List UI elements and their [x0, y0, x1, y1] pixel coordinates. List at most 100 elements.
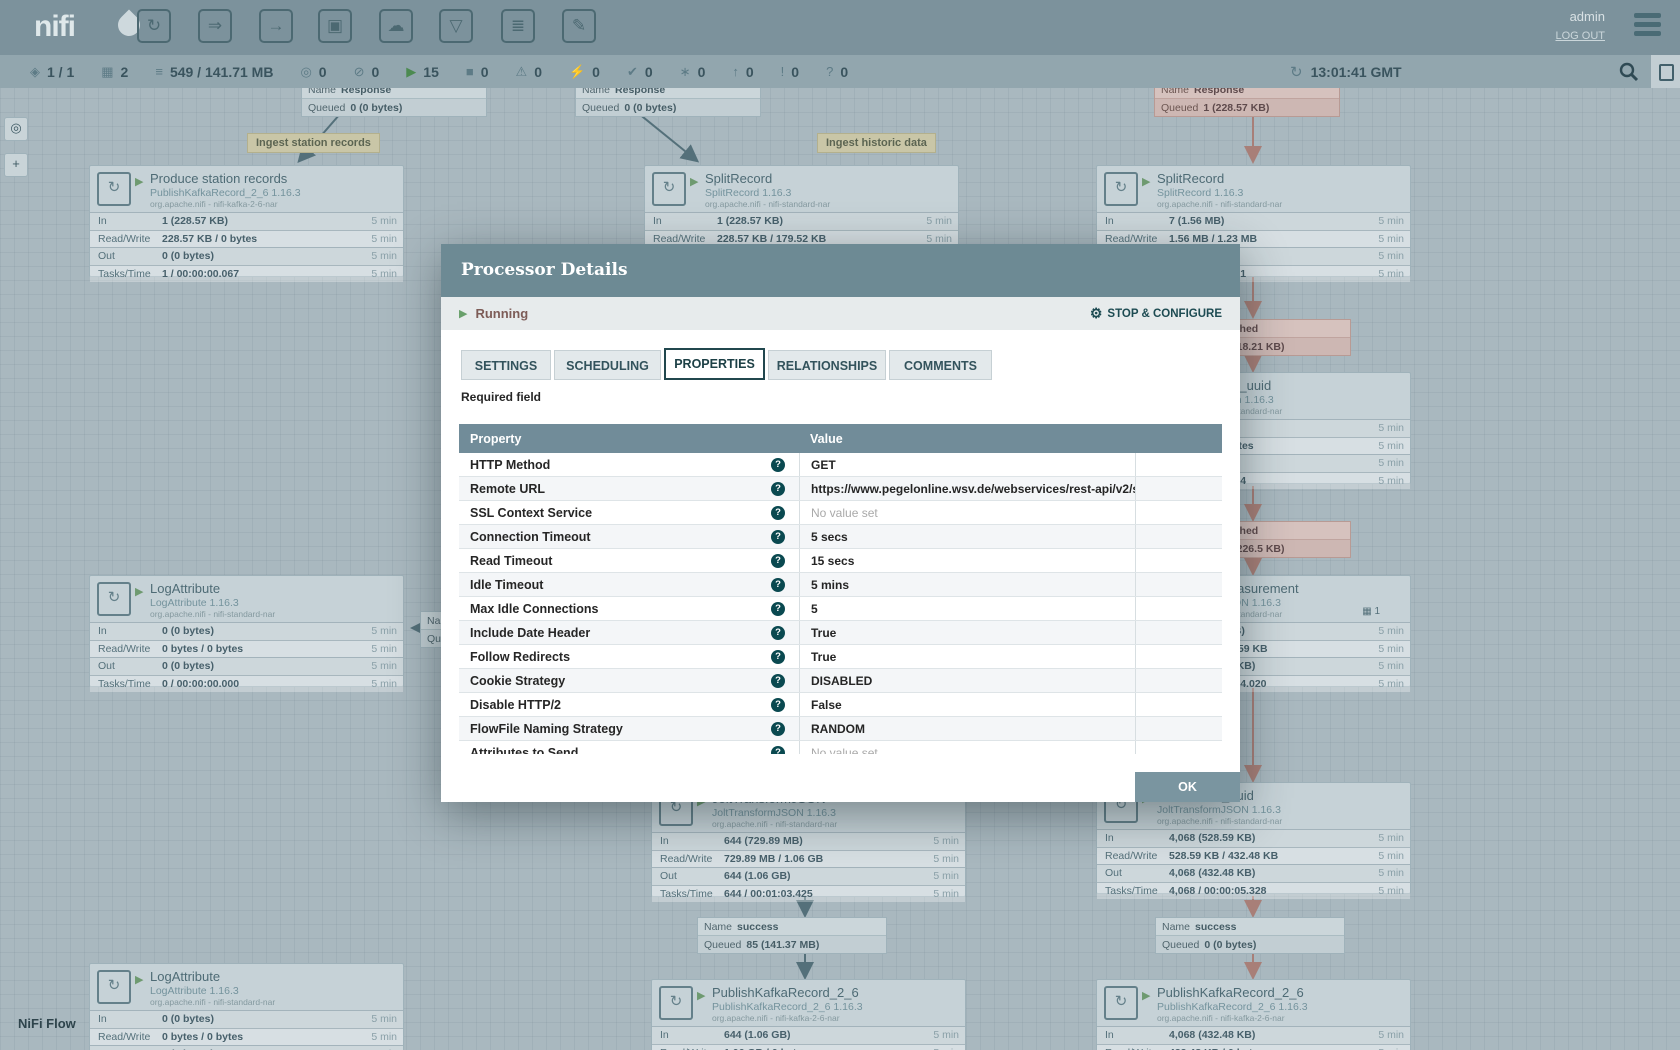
processor-title: LogAttribute [150, 969, 220, 984]
help-icon[interactable]: ? [771, 506, 785, 520]
flow-label[interactable]: Ingest station records [247, 133, 380, 153]
help-icon[interactable]: ? [771, 602, 785, 616]
processor-type-icon: ↻ [97, 970, 131, 1004]
connection-label[interactable]: Namesuccess Queued85 (141.37 MB) [697, 917, 887, 954]
help-icon[interactable]: ? [771, 482, 785, 496]
table-row: Include Date Header?True [459, 621, 1222, 645]
operate-palette-button[interactable]: + [4, 153, 28, 177]
status-up-to-date: ✔0 [627, 64, 653, 80]
global-menu-icon[interactable] [1634, 13, 1661, 41]
processor-title: SplitRecord [705, 171, 772, 186]
input-port-icon[interactable]: ⇒ [198, 9, 232, 43]
status-sync-failure: ?0 [826, 64, 848, 80]
processor-type-icon: ↻ [97, 582, 131, 616]
status-not-transmitting: ⊘0 [354, 64, 380, 80]
run-status-icon: ▶ [1142, 989, 1150, 1002]
running-icon: ▶ [406, 64, 416, 80]
nifi-app: Ingest station records Ingest historic d… [0, 0, 1680, 1050]
processor-card[interactable]: ↻▶ LogAttribute LogAttribute 1.16.3 org.… [89, 963, 404, 1050]
tab-comments[interactable]: COMMENTS [889, 350, 992, 380]
help-icon[interactable]: ? [771, 530, 785, 544]
table-row: Remote URL?https://www.pegelonline.wsv.d… [459, 477, 1222, 501]
processor-icon[interactable]: ↻ [137, 9, 171, 43]
help-icon[interactable]: ? [771, 650, 785, 664]
output-port-icon[interactable]: → [259, 9, 293, 43]
tab-scheduling[interactable]: SCHEDULING [554, 350, 661, 380]
property-value[interactable]: RANDOM [799, 717, 1136, 740]
property-value[interactable]: 5 mins [799, 573, 1136, 596]
connection-label[interactable]: Namesuccess Queued0 (0 bytes) [1155, 917, 1345, 954]
refresh-icon[interactable]: ↻ [1290, 63, 1303, 81]
cluster-icon: ◈ [30, 64, 40, 80]
property-value[interactable]: 15 secs [799, 549, 1136, 572]
property-value[interactable]: GET [799, 453, 1136, 476]
table-row: Disable HTTP/2?False [459, 693, 1222, 717]
last-refreshed-time: 13:01:41 GMT [1311, 64, 1402, 80]
property-value[interactable]: https://www.pegelonline.wsv.de/webservic… [799, 477, 1136, 500]
breadcrumb[interactable]: NiFi Flow [18, 1016, 76, 1031]
property-value[interactable]: True [799, 621, 1136, 644]
label-icon[interactable]: ✎ [562, 9, 596, 43]
properties-table: Property Value HTTP Method?GET Remote UR… [459, 424, 1222, 754]
help-icon[interactable]: ? [771, 458, 785, 472]
help-icon[interactable]: ? [771, 674, 785, 688]
property-value[interactable]: DISABLED [799, 669, 1136, 692]
processor-card[interactable]: ↻▶ PublishKafkaRecord_2_6 PublishKafkaRe… [1096, 979, 1411, 1050]
table-row: FlowFile Naming Strategy?RANDOM [459, 717, 1222, 741]
processor-card[interactable]: ↻▶ LogAttribute LogAttribute 1.16.3 org.… [89, 575, 404, 687]
template-icon[interactable]: ≣ [501, 9, 535, 43]
flow-label[interactable]: Ingest historic data [817, 133, 936, 153]
status-active-threads: ▦2 [101, 64, 128, 80]
processor-type-icon: ↻ [1104, 986, 1138, 1020]
processor-card[interactable]: ↻▶ Produce station records PublishKafkaR… [89, 165, 404, 277]
run-status-icon: ▶ [690, 175, 698, 188]
document-icon [1659, 64, 1674, 81]
processor-bundle: org.apache.nifi - nifi-standard-nar [1157, 816, 1282, 826]
property-value[interactable]: No value set [799, 741, 1136, 754]
processor-title: PublishKafkaRecord_2_6 [712, 985, 859, 1000]
status-invalid: ⚠0 [516, 64, 542, 80]
processor-state-label: Running [475, 306, 528, 321]
process-group-icon[interactable]: ▣ [318, 9, 352, 43]
tab-properties[interactable]: PROPERTIES [664, 348, 765, 380]
processor-card[interactable]: ↻▶ PublishKafkaRecord_2_6 PublishKafkaRe… [651, 979, 966, 1050]
queued-icon: ≡ [155, 64, 163, 79]
tab-relationships[interactable]: RELATIONSHIPS [768, 350, 886, 380]
processor-title: SplitRecord [1157, 171, 1224, 186]
remote-process-group-icon[interactable]: ☁ [379, 9, 413, 43]
help-icon[interactable]: ? [771, 698, 785, 712]
property-value[interactable]: True [799, 645, 1136, 668]
processor-bundle: org.apache.nifi - nifi-kafka-2-6-nar [150, 199, 278, 209]
current-user: admin [1570, 9, 1605, 24]
funnel-icon[interactable]: ▽ [439, 9, 473, 43]
dialog-title: Processor Details [441, 244, 1240, 297]
processor-type: LogAttribute 1.16.3 [150, 597, 239, 609]
processor-type-icon: ↻ [652, 172, 686, 206]
table-row: Connection Timeout?5 secs [459, 525, 1222, 549]
help-icon[interactable]: ? [771, 626, 785, 640]
sync-failure-icon: ? [826, 64, 833, 79]
tab-settings[interactable]: SETTINGS [461, 350, 551, 380]
processor-bundle: org.apache.nifi - nifi-standard-nar [712, 819, 837, 829]
property-value[interactable]: 5 secs [799, 525, 1136, 548]
search-icon[interactable] [1618, 61, 1640, 83]
logout-link[interactable]: LOG OUT [1555, 30, 1605, 42]
help-icon[interactable]: ? [771, 746, 785, 754]
run-status-icon: ▶ [1142, 175, 1150, 188]
stop-and-configure-button[interactable]: ⚙ STOP & CONFIGURE [1090, 305, 1222, 322]
help-icon[interactable]: ? [771, 554, 785, 568]
help-icon[interactable]: ? [771, 578, 785, 592]
processor-type: JoltTransformJSON 1.16.3 [1157, 804, 1281, 816]
table-row: Attributes to Send?No value set [459, 741, 1222, 754]
property-value[interactable]: 5 [799, 597, 1136, 620]
table-row: Follow Redirects?True [459, 645, 1222, 669]
navigate-palette-button[interactable]: ◎ [4, 117, 28, 141]
property-value[interactable]: No value set [799, 501, 1136, 524]
help-icon[interactable]: ? [771, 722, 785, 736]
properties-table-header: Property Value [459, 424, 1222, 453]
ok-button[interactable]: OK [1135, 772, 1240, 802]
new-template-button[interactable] [1651, 55, 1680, 88]
property-value[interactable]: False [799, 693, 1136, 716]
processor-type-icon: ↻ [659, 986, 693, 1020]
locally-modified-stale-icon: ! [781, 64, 785, 79]
